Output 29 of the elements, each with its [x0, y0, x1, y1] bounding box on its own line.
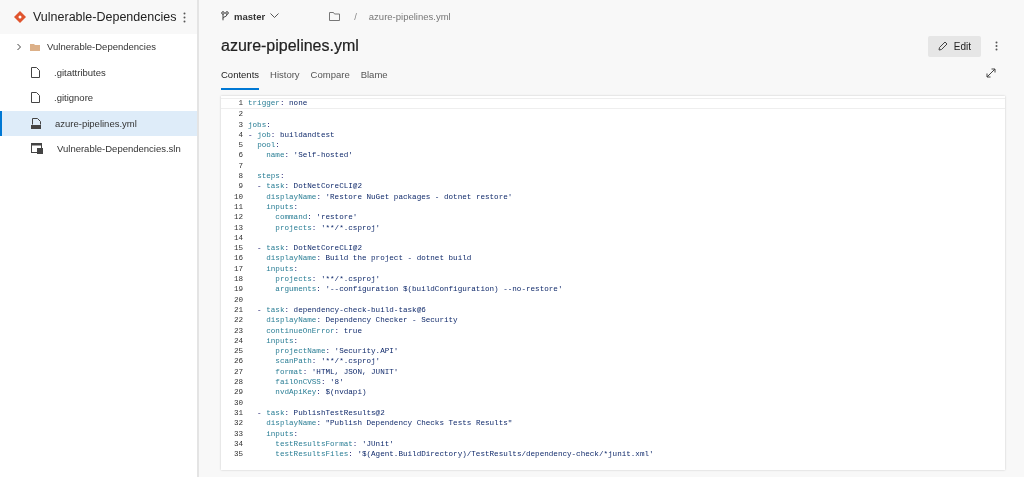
yaml-file-icon — [31, 117, 41, 129]
branch-selector[interactable]: master — [221, 10, 280, 22]
tab[interactable]: Compare — [310, 69, 350, 90]
more-options-icon[interactable] — [183, 11, 187, 23]
breadcrumb-item[interactable]: azure-pipelines.yml — [368, 10, 451, 22]
folder-icon — [30, 42, 40, 51]
file-tree-item[interactable]: .gitignore — [0, 85, 197, 111]
file-tree-item[interactable]: azure-pipelines.yml — [0, 110, 197, 136]
file-tree-item[interactable]: .gitattributes — [0, 59, 197, 85]
tab[interactable]: Contents — [221, 69, 260, 90]
more-options-icon[interactable] — [995, 41, 998, 51]
expand-icon[interactable] — [986, 68, 996, 78]
folder-icon[interactable] — [329, 11, 341, 21]
tab[interactable]: Blame — [360, 69, 388, 90]
branch-icon — [221, 11, 229, 21]
project-name: Vulnerable-Dependencies — [33, 10, 177, 24]
file-icon — [31, 66, 40, 78]
edit-button[interactable]: Edit — [927, 35, 981, 57]
diamond-logo-icon — [14, 11, 26, 23]
pencil-icon — [937, 41, 948, 51]
chevron-down-icon — [270, 13, 280, 19]
file-title: azure-pipelines.yml — [221, 37, 360, 55]
solution-file-icon — [31, 143, 43, 155]
file-icon — [31, 92, 40, 104]
file-tree-item[interactable]: Vulnerable-Dependencies.sln — [0, 136, 197, 162]
file-tree-item[interactable]: Vulnerable-Dependencies — [0, 34, 197, 60]
breadcrumb-separator: / — [354, 10, 357, 22]
tab[interactable]: History — [270, 69, 300, 90]
chevron-right-icon[interactable] — [15, 42, 23, 51]
